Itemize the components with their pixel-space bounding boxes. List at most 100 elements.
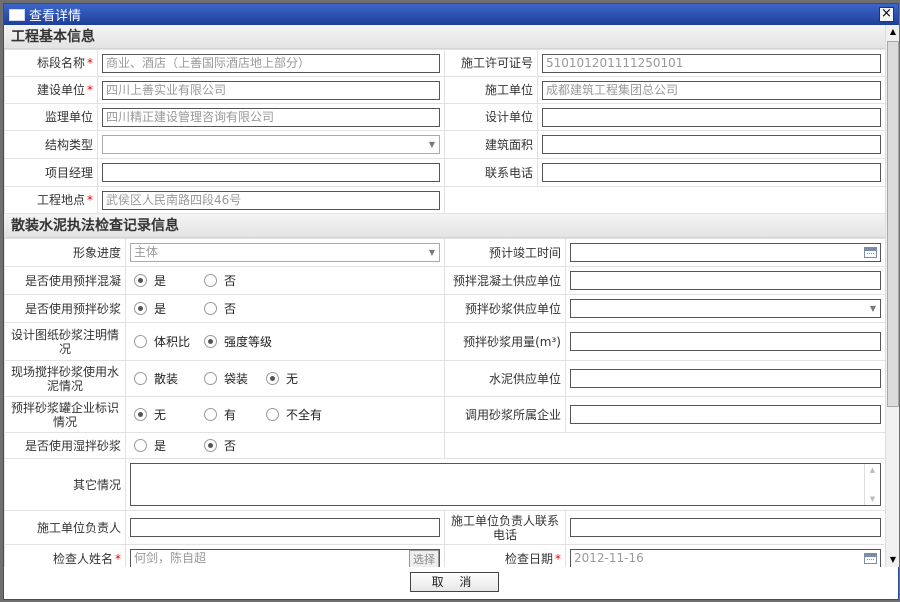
label-mortar-supplier: 预拌砂浆供应单位 <box>464 301 561 316</box>
scrollbar-thumb[interactable] <box>887 41 899 407</box>
label-progress: 形象进度 <box>72 245 121 260</box>
label-mortar-company: 调用砂浆所属企业 <box>464 407 561 422</box>
radio-option[interactable]: 袋装 <box>204 370 262 387</box>
arrow-up-icon: ▲ <box>869 466 876 474</box>
label-designer: 设计单位 <box>484 110 533 124</box>
project-manager-field[interactable] <box>102 163 440 182</box>
radio-button[interactable] <box>134 335 147 348</box>
section-inspection-title: 散装水泥执法检查记录信息 <box>4 214 885 238</box>
label-project-manager: 项目经理 <box>44 165 93 180</box>
radio-option[interactable]: 无 <box>134 406 200 423</box>
label-owner: 建设单位 <box>36 83 85 97</box>
label-other: 其它情况 <box>72 477 121 492</box>
label-cement-supplier: 水泥供应单位 <box>488 371 561 386</box>
label-premix-mortar: 是否使用预拌砂浆 <box>24 301 121 316</box>
close-button[interactable]: × <box>879 7 894 22</box>
floor-area-field[interactable] <box>542 135 881 154</box>
radio-option[interactable]: 体积比 <box>134 333 200 350</box>
scroll-up-icon[interactable]: ▲ <box>886 25 900 39</box>
radio-button[interactable] <box>204 335 217 348</box>
label-concrete-supplier: 预拌混凝土供应单位 <box>452 273 561 288</box>
dialog-titlebar: 查看详情 × <box>4 4 898 25</box>
location-field[interactable]: 武侯区人民南路四段46号 <box>102 190 440 210</box>
window-icon <box>9 8 25 21</box>
textarea-scrollbar[interactable]: ▲ ▼ <box>864 464 880 505</box>
label-inspector: 检查人姓名 <box>52 551 113 566</box>
progress-select[interactable]: 主体 ▼ <box>130 243 440 262</box>
dialog-footer: 取 消 <box>4 567 898 599</box>
radio-button[interactable] <box>134 274 147 287</box>
concrete-supplier-field[interactable] <box>570 271 881 290</box>
radio-button[interactable] <box>204 408 217 421</box>
detail-dialog: 查看详情 × 工程基本信息 标段名称 * 商业、酒店（上善国际酒店地上部分） 施工… <box>3 3 899 600</box>
site-mix-radios: 散装 袋装 无 <box>130 370 440 387</box>
supervisor-field[interactable]: 四川精正建设管理咨询有限公司 <box>102 107 440 127</box>
label-contractor: 施工单位 <box>484 83 533 97</box>
radio-button[interactable] <box>266 372 279 385</box>
radio-button[interactable] <box>266 408 279 421</box>
label-section-name: 标段名称 <box>36 56 85 70</box>
calendar-icon[interactable] <box>864 553 877 564</box>
radio-button[interactable] <box>204 439 217 452</box>
design-note-radios: 体积比 强度等级 <box>130 333 440 350</box>
dialog-scrollbar[interactable]: ▲ ▼ <box>885 25 899 567</box>
radio-option[interactable]: 强度等级 <box>204 333 272 350</box>
radio-option[interactable]: 无 <box>266 370 298 387</box>
radio-button[interactable] <box>204 274 217 287</box>
radio-option[interactable]: 否 <box>204 437 236 454</box>
inspector-field[interactable]: 何剑，陈自超 选择 <box>130 549 440 567</box>
section-name-field[interactable]: 商业、酒店（上善国际酒店地上部分） <box>102 53 440 73</box>
premix-mortar-radios: 是 否 <box>130 300 440 317</box>
radio-option[interactable]: 散装 <box>134 370 200 387</box>
label-location: 工程地点 <box>36 193 85 207</box>
radio-option[interactable]: 否 <box>204 300 236 317</box>
mortar-supplier-select[interactable]: ▼ <box>570 299 881 318</box>
inspection-table: 形象进度 主体 ▼ 预计竣工时间 是否使用预拌混凝 是 否 预拌混凝土供应单位 是… <box>4 238 885 567</box>
structure-type-select[interactable]: ▼ <box>102 135 440 154</box>
contractor-field[interactable]: 成都建筑工程集团总公司 <box>542 80 881 100</box>
radio-option[interactable]: 是 <box>134 437 200 454</box>
label-inspect-date: 检查日期 <box>504 551 553 566</box>
radio-option[interactable]: 是 <box>134 272 200 289</box>
owner-field[interactable]: 四川上善实业有限公司 <box>102 80 440 100</box>
contractor-lead-field[interactable] <box>130 518 440 537</box>
scroll-down-icon[interactable]: ▼ <box>886 553 900 567</box>
label-supervisor: 监理单位 <box>44 110 93 124</box>
permit-no-field[interactable]: 510101201111250101 <box>542 53 881 73</box>
label-contractor-lead: 施工单位负责人 <box>36 520 121 535</box>
label-tank-logo: 预拌砂浆罐企业标识情况 <box>10 400 119 429</box>
chevron-down-icon: ▼ <box>428 248 435 257</box>
completion-date-field[interactable] <box>570 243 881 262</box>
other-textarea[interactable]: ▲ ▼ <box>130 463 881 506</box>
arrow-down-icon: ▼ <box>869 495 876 503</box>
label-permit-no: 施工许可证号 <box>460 56 533 70</box>
radio-option[interactable]: 否 <box>204 272 236 289</box>
label-site-mix: 现场搅拌砂浆使用水泥情况 <box>10 364 119 393</box>
phone-field[interactable] <box>542 163 881 182</box>
label-phone: 联系电话 <box>484 165 533 180</box>
chevron-down-icon: ▼ <box>869 304 876 313</box>
inspect-date-field[interactable]: 2012-11-16 <box>570 549 881 567</box>
calendar-icon[interactable] <box>864 247 877 258</box>
radio-option[interactable]: 是 <box>134 300 200 317</box>
radio-button[interactable] <box>134 372 147 385</box>
radio-button[interactable] <box>134 439 147 452</box>
tank-logo-radios: 无 有 不全有 <box>130 406 440 423</box>
radio-button[interactable] <box>134 302 147 315</box>
contractor-phone-field[interactable] <box>570 518 881 537</box>
cement-supplier-field[interactable] <box>570 369 881 388</box>
radio-option[interactable]: 有 <box>204 406 262 423</box>
radio-button[interactable] <box>204 372 217 385</box>
label-premix-concrete: 是否使用预拌混凝 <box>24 273 121 288</box>
select-inspector-button[interactable]: 选择 <box>409 550 439 567</box>
mortar-company-field[interactable] <box>570 405 881 424</box>
radio-button[interactable] <box>204 302 217 315</box>
dialog-content: 工程基本信息 标段名称 * 商业、酒店（上善国际酒店地上部分） 施工许可证号 51… <box>4 25 885 567</box>
section-basic-info-title: 工程基本信息 <box>4 25 885 49</box>
cancel-button[interactable]: 取 消 <box>410 572 499 592</box>
radio-option[interactable]: 不全有 <box>266 406 322 423</box>
radio-button[interactable] <box>134 408 147 421</box>
designer-field[interactable] <box>542 107 881 127</box>
mortar-usage-field[interactable] <box>570 332 881 351</box>
label-wet-mortar: 是否使用湿拌砂浆 <box>24 438 121 453</box>
